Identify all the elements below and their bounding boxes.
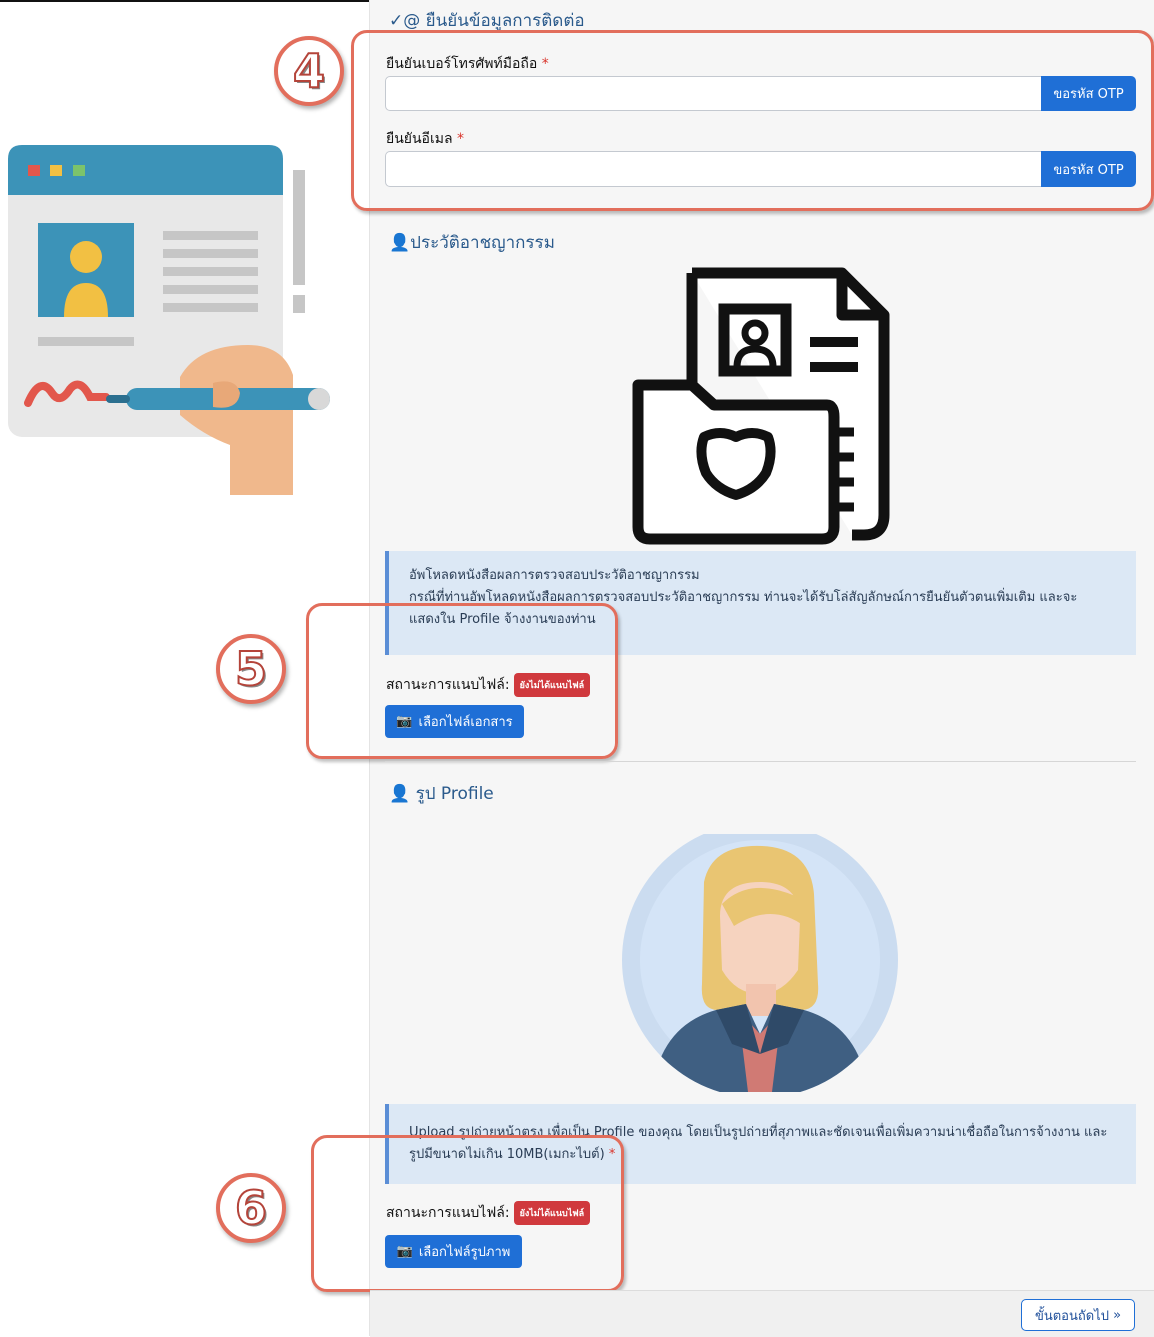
step-number-6: 6 <box>216 1173 286 1243</box>
criminal-section-title: 👤ประวัติอาชญากรรม <box>389 233 555 253</box>
next-step-button[interactable]: ขั้นตอนถัดไป » <box>1021 1299 1135 1331</box>
step-number-4: 4 <box>274 36 344 106</box>
highlight-box-6 <box>311 1135 624 1292</box>
step-number-5: 5 <box>216 634 286 704</box>
woman-avatar-illustration <box>622 834 898 1092</box>
profile-section-title: 👤 รูป Profile <box>389 784 494 804</box>
user-icon: 👤 <box>389 784 411 804</box>
highlight-box-5 <box>306 603 618 759</box>
double-chevron-right-icon: » <box>1113 1307 1122 1323</box>
section-divider <box>385 761 1136 762</box>
user-icon: 👤 <box>389 233 411 253</box>
id-card-signing-illustration <box>8 145 330 495</box>
police-document-icon <box>632 267 890 545</box>
highlight-box-4 <box>351 30 1154 211</box>
check-icon: ✓ <box>389 11 404 31</box>
